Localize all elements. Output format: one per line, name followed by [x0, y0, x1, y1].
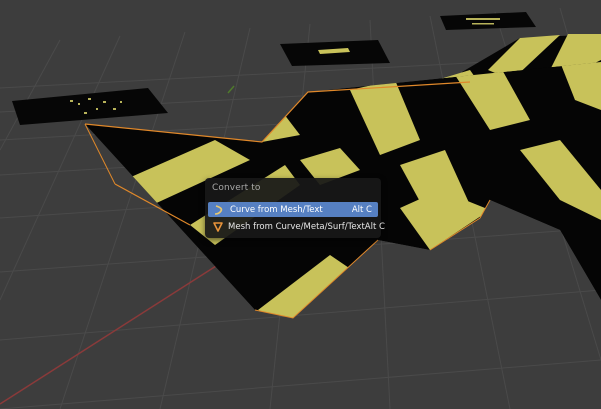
mesh-icon [212, 221, 224, 233]
menu-item-shortcut: Alt C [351, 204, 372, 215]
menu-item-label: Mesh from Curve/Meta/Surf/Text [228, 221, 365, 232]
menu-title: Convert to [212, 183, 261, 193]
x-axis-line [0, 251, 239, 405]
plane-far-left [12, 88, 168, 125]
menu-item-shortcut: Alt C [364, 221, 385, 232]
plane-far-right [440, 12, 536, 30]
menu-item-curve-from-mesh[interactable]: Curve from Mesh/Text Alt C [208, 202, 378, 217]
y-axis-line [227, 85, 235, 94]
menu-item-mesh-from-curve[interactable]: Mesh from Curve/Meta/Surf/Text Alt C [208, 219, 385, 234]
curve-icon [212, 204, 226, 216]
menu-item-label: Curve from Mesh/Text [230, 204, 323, 215]
convert-to-menu: Convert to Curve from Mesh/Text Alt C Me… [205, 178, 385, 238]
